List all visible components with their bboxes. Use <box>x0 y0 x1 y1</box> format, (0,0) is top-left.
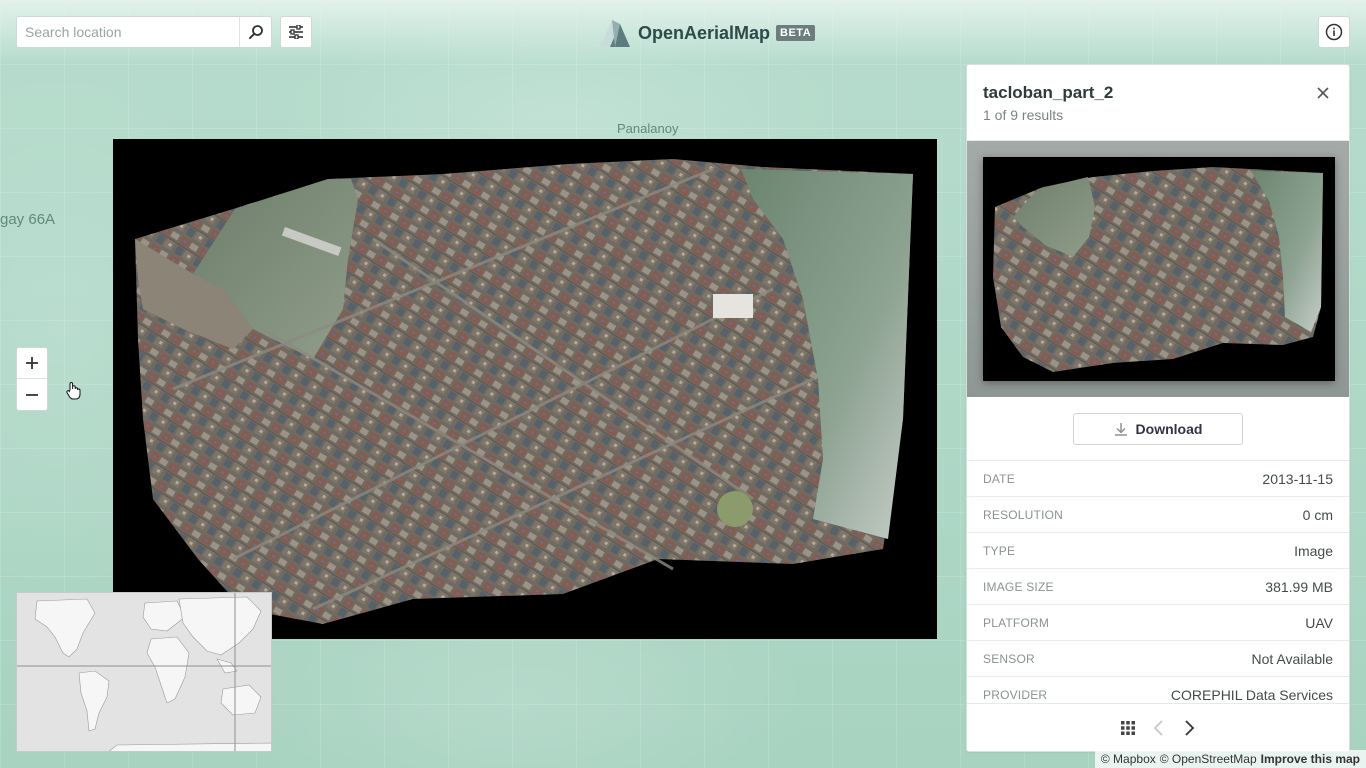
metadata-key: IMAGE SIZE <box>983 579 1054 594</box>
close-button[interactable] <box>1313 83 1333 103</box>
metadata-row-date: DATE 2013-11-15 <box>967 461 1349 497</box>
panel-header: tacloban_part_2 1 of 9 results <box>967 65 1349 141</box>
metadata-key: SENSOR <box>983 651 1035 666</box>
previous-result-button[interactable] <box>1153 719 1165 736</box>
metadata-row-type: TYPE Image <box>967 533 1349 569</box>
filter-button[interactable] <box>280 16 312 48</box>
scene-detail-panel: tacloban_part_2 1 of 9 results Download … <box>966 64 1350 752</box>
grid-view-button[interactable] <box>1121 720 1135 735</box>
thumbnail-image <box>993 167 1323 372</box>
download-row: Download <box>967 397 1349 461</box>
chevron-left-icon <box>1153 719 1163 736</box>
info-button[interactable] <box>1318 16 1350 48</box>
map-attribution: © Mapbox © OpenStreetMap Improve this ma… <box>1094 750 1366 768</box>
improve-map-link[interactable]: Improve this map <box>1261 752 1360 766</box>
panel-pagination <box>967 703 1349 751</box>
metadata-value: COREPHIL Data Services <box>1170 686 1333 703</box>
sliders-icon <box>289 25 303 39</box>
osm-attribution-link[interactable]: © OpenStreetMap <box>1160 752 1257 766</box>
preview-container <box>967 141 1349 397</box>
world-minimap[interactable] <box>16 592 272 752</box>
search-icon <box>248 25 263 39</box>
scene-thumbnail[interactable] <box>983 157 1335 381</box>
mapbox-attribution-link[interactable]: © Mapbox <box>1101 752 1156 766</box>
download-button[interactable]: Download <box>1073 412 1243 445</box>
aerial-image <box>135 159 913 624</box>
metadata-key: PLATFORM <box>983 615 1050 630</box>
plus-icon <box>26 357 38 369</box>
zoom-control <box>16 347 48 411</box>
map-label-barangay: gay 66A <box>0 211 56 228</box>
metadata-key: DATE <box>983 471 1015 486</box>
minus-icon <box>26 393 38 396</box>
metadata-row-provider: PROVIDER COREPHIL Data Services <box>967 677 1349 703</box>
grid-icon <box>1121 720 1135 735</box>
hand-cursor-icon <box>66 382 81 400</box>
chevron-right-icon <box>1185 719 1195 736</box>
metadata-value: Image <box>1294 542 1333 559</box>
metadata-value: Not Available <box>1251 650 1333 667</box>
metadata-list: DATE 2013-11-15 RESOLUTION 0 cm TYPE Ima… <box>967 461 1349 703</box>
close-icon <box>1317 87 1329 99</box>
metadata-key: PROVIDER <box>983 687 1048 702</box>
search-bar <box>16 16 272 48</box>
oam-logo-icon <box>600 20 630 47</box>
zoom-out-button[interactable] <box>17 379 47 410</box>
info-icon <box>1325 23 1343 41</box>
metadata-key: TYPE <box>983 543 1016 558</box>
metadata-row-sensor: SENSOR Not Available <box>967 641 1349 677</box>
brand-name: OpenAerialMap <box>638 22 771 43</box>
results-count: 1 of 9 results <box>983 107 1064 123</box>
scene-title: tacloban_part_2 <box>983 83 1114 102</box>
metadata-value: UAV <box>1305 614 1333 631</box>
next-result-button[interactable] <box>1183 719 1195 736</box>
metadata-row-image-size: IMAGE SIZE 381.99 MB <box>967 569 1349 605</box>
metadata-value: 2013-11-15 <box>1262 470 1333 487</box>
metadata-row-resolution: RESOLUTION 0 cm <box>967 497 1349 533</box>
metadata-value: 381.99 MB <box>1265 578 1333 595</box>
metadata-value: 0 cm <box>1302 506 1333 523</box>
beta-badge: BETA <box>776 25 816 41</box>
download-icon <box>1114 422 1127 436</box>
search-button[interactable] <box>239 17 271 47</box>
search-input[interactable] <box>17 17 239 47</box>
aerial-imagery-footprint[interactable] <box>113 139 937 639</box>
download-label: Download <box>1135 420 1203 437</box>
minimap-world <box>17 593 271 751</box>
metadata-row-platform: PLATFORM UAV <box>967 605 1349 641</box>
map-label-panalanoy: Panalanoy <box>617 121 679 136</box>
zoom-in-button[interactable] <box>17 348 47 379</box>
metadata-key: RESOLUTION <box>983 507 1064 522</box>
brand-logo[interactable]: OpenAerialMap BETA <box>598 18 816 48</box>
